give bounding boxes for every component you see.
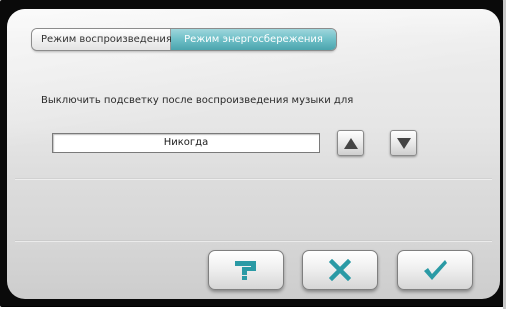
help-button[interactable] (208, 250, 284, 290)
triangle-down-icon (397, 138, 411, 149)
screen: Режим воспроизведения Режим энергосбереж… (0, 0, 506, 309)
tab-power-saving-mode[interactable]: Режим энергосбережения (171, 29, 336, 50)
backlight-setting-label: Выключить подсветку после воспроизведени… (41, 95, 354, 106)
decrease-button[interactable] (390, 130, 417, 156)
triangle-up-icon (344, 138, 358, 149)
help-icon (235, 261, 256, 280)
close-icon (329, 259, 351, 281)
panel-divider (15, 179, 492, 180)
mode-tabs: Режим воспроизведения Режим энергосбереж… (32, 29, 336, 50)
panel-divider (15, 241, 492, 242)
checkmark-icon (424, 260, 447, 280)
cancel-button[interactable] (302, 250, 378, 290)
increase-button[interactable] (337, 130, 364, 156)
tab-playback-mode[interactable]: Режим воспроизведения (32, 29, 172, 50)
ok-button[interactable] (397, 250, 473, 290)
backlight-timeout-value: Никогда (52, 133, 320, 153)
